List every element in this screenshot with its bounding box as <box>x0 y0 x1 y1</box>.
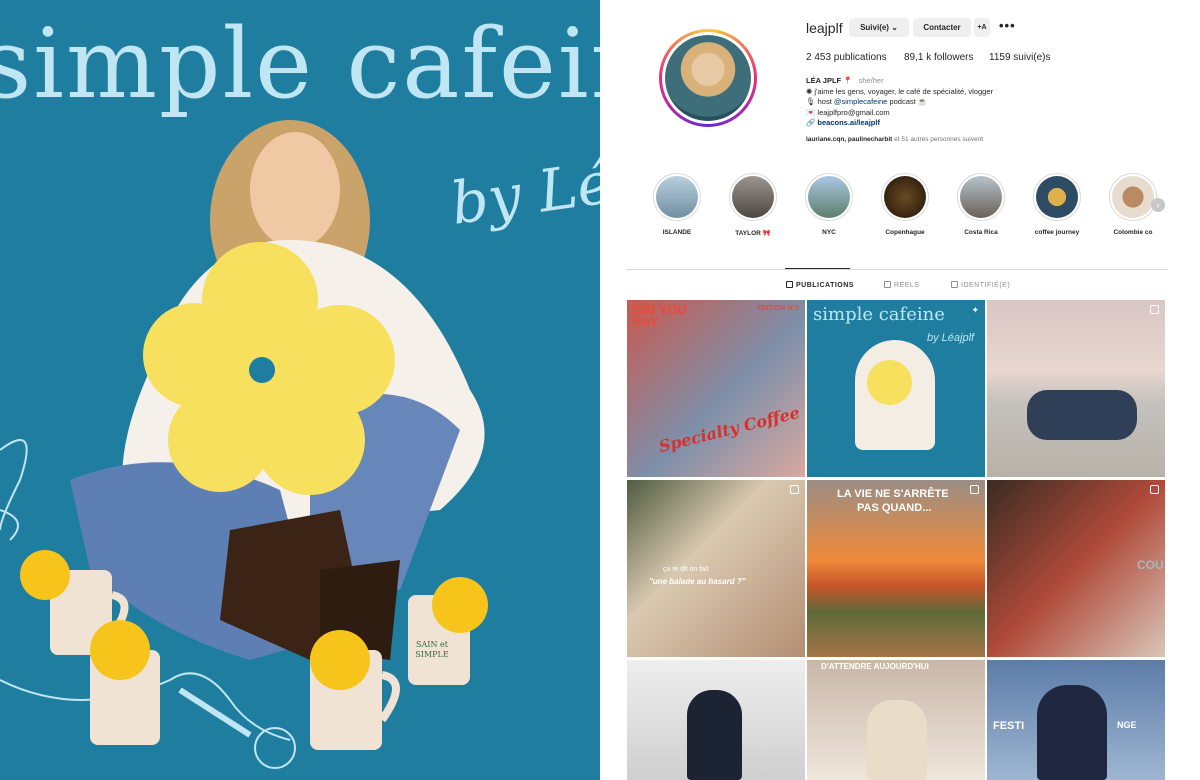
following-count[interactable]: 1159 suivi(e)s <box>989 52 1051 63</box>
podcast-poster: simple cafeine by Léajplf <box>0 0 600 780</box>
mugs-and-flowers <box>20 550 488 750</box>
post-image <box>1027 390 1137 440</box>
post-image <box>867 360 912 405</box>
highlight-cover <box>960 176 1002 218</box>
bio-mention-link[interactable]: @simplecafeine <box>834 97 887 106</box>
tab-label: REELS <box>894 282 920 289</box>
followers-count[interactable]: 89,1 k followers <box>904 52 973 63</box>
tagged-icon <box>951 281 958 288</box>
post-text: DID YOU SAY <box>633 302 687 329</box>
profile-avatar[interactable] <box>659 29 757 127</box>
following-button[interactable]: Suivi(e) ⌄ <box>849 18 909 37</box>
reel-icon <box>790 485 799 494</box>
followed-by-rest: et 51 autres personnes suivent <box>894 136 984 143</box>
post-tile[interactable]: DID YOU SAY ÉDITION N°3 Specialty Coffee <box>627 300 805 477</box>
bio-line: podcast ☕ <box>889 97 928 106</box>
highlight-label: Colombie co <box>1113 229 1153 236</box>
instagram-profile: leajplf Suivi(e) ⌄ Contacter +A ••• 2 45… <box>600 0 1200 780</box>
post-text: D'ATTENDRE AUJOURD'HUI <box>821 662 929 671</box>
bio-name: LÉA JPLF 📍 <box>806 76 853 85</box>
tab-tagged[interactable]: IDENTIFIÉ(E) <box>951 281 1010 289</box>
highlight-label: TAYLOR 🎀 <box>735 230 771 237</box>
post-text: ÉDITION N°3 <box>756 305 799 312</box>
post-text: simple cafeine <box>813 304 945 325</box>
highlight-cover <box>732 176 774 218</box>
highlight-islande[interactable]: ISLANDE <box>653 173 701 236</box>
post-tile[interactable]: FESTI NGE <box>987 660 1165 780</box>
post-text: by Léajplf <box>927 332 975 344</box>
highlight-label: ISLANDE <box>662 229 692 236</box>
post-tile[interactable]: ça te dit on fait "une balade au hasard … <box>627 480 805 657</box>
poster-title: simple cafeine <box>0 8 600 120</box>
pinned-icon: ✦ <box>971 305 979 315</box>
grid-icon <box>786 281 793 288</box>
followed-by-names: lauriane.cqn, paulinecharbit <box>806 136 893 143</box>
chevron-right-icon[interactable]: › <box>1151 198 1165 212</box>
post-image <box>867 700 927 780</box>
contact-button[interactable]: Contacter <box>913 18 971 37</box>
highlight-cover <box>884 176 926 218</box>
post-text: LA VIE NE S'ARRÊTE <box>837 488 949 500</box>
post-image <box>687 690 742 780</box>
mug-lettering: SAIN et SIMPLE <box>415 640 449 659</box>
highlight-coffee-journey[interactable]: coffee journey <box>1033 173 1081 236</box>
posts-count: 2 453 publications <box>806 52 887 63</box>
avatar-photo <box>665 35 751 121</box>
tab-publications[interactable]: PUBLICATIONS <box>786 281 854 289</box>
tab-label: PUBLICATIONS <box>796 282 854 289</box>
bio-pronouns: she/her <box>858 76 884 85</box>
highlight-costa-rica[interactable]: Costa Rica <box>957 173 1005 236</box>
profile-bio: LÉA JPLF 📍 she/her ✺ j'aime les gens, voy… <box>806 76 993 129</box>
active-tab-indicator <box>785 268 850 269</box>
reels-icon <box>884 281 891 288</box>
post-tile[interactable]: simple cafeine by Léajplf ✦ <box>807 300 985 477</box>
followed-by[interactable]: lauriane.cqn, paulinecharbit et 51 autre… <box>806 136 983 143</box>
post-image <box>1037 685 1107 780</box>
flower-cutout <box>143 242 395 495</box>
post-tile[interactable] <box>627 660 805 780</box>
highlight-taylor[interactable]: TAYLOR 🎀 <box>729 173 777 237</box>
post-text: "une balade au hasard ?" <box>649 577 746 586</box>
reel-icon <box>1150 485 1159 494</box>
more-options-icon[interactable]: ••• <box>999 18 1016 33</box>
post-text: COU <box>1137 558 1164 572</box>
carousel-icon <box>1150 305 1159 314</box>
profile-username: leajplf <box>806 20 843 36</box>
post-text: FESTI <box>993 720 1025 732</box>
highlight-cover <box>1036 176 1078 218</box>
post-tile[interactable]: COU <box>987 480 1165 657</box>
carousel-icon <box>970 485 979 494</box>
bio-email: 💌 leajplfpro@gmail.com <box>806 107 890 117</box>
post-tile[interactable]: LA VIE NE S'ARRÊTE PAS QUAND... <box>807 480 985 657</box>
bio-line: ✺ j'aime les gens, voyager, le café de s… <box>806 86 993 96</box>
post-text: PAS QUAND... <box>857 502 932 514</box>
post-text: ça te dit on fait <box>663 566 709 573</box>
highlight-label: Costa Rica <box>964 229 998 236</box>
highlight-nyc[interactable]: NYC <box>805 173 853 236</box>
tab-label: IDENTIFIÉ(E) <box>961 282 1011 289</box>
suggested-accounts-button[interactable]: +A <box>974 18 990 37</box>
bio-external-link[interactable]: 🔗 beacons.ai/leajplf <box>806 118 993 129</box>
tab-reels[interactable]: REELS <box>884 281 919 289</box>
post-text: NGE <box>1117 720 1137 730</box>
highlight-copenhague[interactable]: Copenhague <box>881 173 929 236</box>
bio-line: 🎙 host <box>806 97 832 106</box>
highlight-label: NYC <box>822 229 836 236</box>
post-text: Specialty Coffee <box>656 402 802 457</box>
highlight-cover <box>1112 176 1154 218</box>
post-tile[interactable]: D'ATTENDRE AUJOURD'HUI <box>807 660 985 780</box>
tabs-divider <box>626 269 1168 270</box>
highlight-label: Copenhague <box>885 229 925 236</box>
highlight-colombie[interactable]: Colombie co <box>1109 173 1157 236</box>
highlight-label: coffee journey <box>1034 229 1080 236</box>
post-tile[interactable] <box>987 300 1165 477</box>
highlight-cover <box>808 176 850 218</box>
highlight-cover <box>656 176 698 218</box>
